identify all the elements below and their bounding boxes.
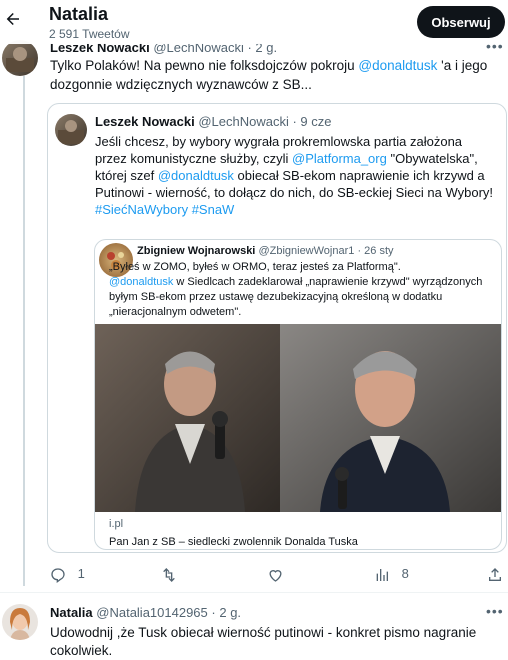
quoted-text: Jeśli chcesz, by wybory wygrała prokreml… (95, 134, 494, 217)
tweet-text: Tylko Polaków! Na pewno nie folksdojczów… (50, 58, 488, 92)
reply-icon (51, 567, 65, 583)
quoted-tweet[interactable]: Leszek Nowacki @LechNowacki · 9 cze Jeśl… (47, 103, 507, 553)
author-handle[interactable]: @Natalia10142965 (96, 605, 208, 620)
more-icon[interactable]: ••• (486, 603, 504, 619)
share-icon (489, 567, 501, 581)
heart-icon (269, 569, 282, 582)
mention-link[interactable]: @donaldtusk (109, 276, 173, 288)
reply-button[interactable]: 1 (50, 566, 85, 583)
follow-button[interactable]: Obserwuj (417, 6, 505, 38)
profile-name: Natalia (49, 4, 109, 24)
media-image[interactable] (95, 324, 501, 512)
tweet-time[interactable]: · 2 g. (211, 605, 241, 620)
thread-line (23, 76, 25, 586)
retweet-icon (163, 567, 175, 582)
reply-count: 1 (77, 566, 85, 581)
analytics-icon (376, 568, 388, 581)
avatar[interactable] (2, 40, 38, 76)
back-arrow-icon[interactable] (4, 10, 22, 32)
mention-link[interactable]: @donaldtusk (358, 58, 437, 73)
views-count: 8 (401, 566, 409, 581)
avatar[interactable] (2, 604, 38, 640)
views-button[interactable]: 8 (374, 566, 409, 583)
nested-author: Zbigniew Wojnarowski @ZbigniewWojnar1 · … (137, 245, 394, 257)
reply-author[interactable]: Natalia @Natalia10142965 · 2 g. (50, 605, 241, 620)
card-title[interactable]: Pan Jan z SB – siedlecki zwolennik Donal… (109, 536, 358, 548)
nested-quoted-tweet[interactable]: Zbigniew Wojnarowski @ZbigniewWojnar1 · … (94, 239, 502, 550)
mention-link[interactable]: @Platforma_org (292, 151, 387, 166)
mention-link[interactable]: @donaldtusk (158, 168, 234, 183)
share-button[interactable] (487, 566, 503, 583)
nested-text: „Byłeś w ZOMO, byłeś w ORMO, teraz jeste… (109, 261, 483, 318)
card-domain: i.pl (109, 518, 124, 530)
retweet-button[interactable] (160, 566, 178, 583)
author-name[interactable]: Natalia (50, 605, 93, 620)
reply-text: Udowodnij ,że Tusk obiecał wierność puti… (50, 625, 477, 658)
profile-header: Natalia 2 591 Tweetów Obserwuj (0, 0, 508, 44)
like-button[interactable] (267, 566, 284, 583)
hashtag-links[interactable]: #SiećNaWybory #SnaW (95, 202, 234, 217)
quoted-author: Leszek Nowacki @LechNowacki · 9 cze (95, 114, 332, 129)
divider (0, 592, 508, 593)
tweet-count: 2 591 Tweetów (49, 27, 130, 41)
avatar (55, 114, 87, 146)
